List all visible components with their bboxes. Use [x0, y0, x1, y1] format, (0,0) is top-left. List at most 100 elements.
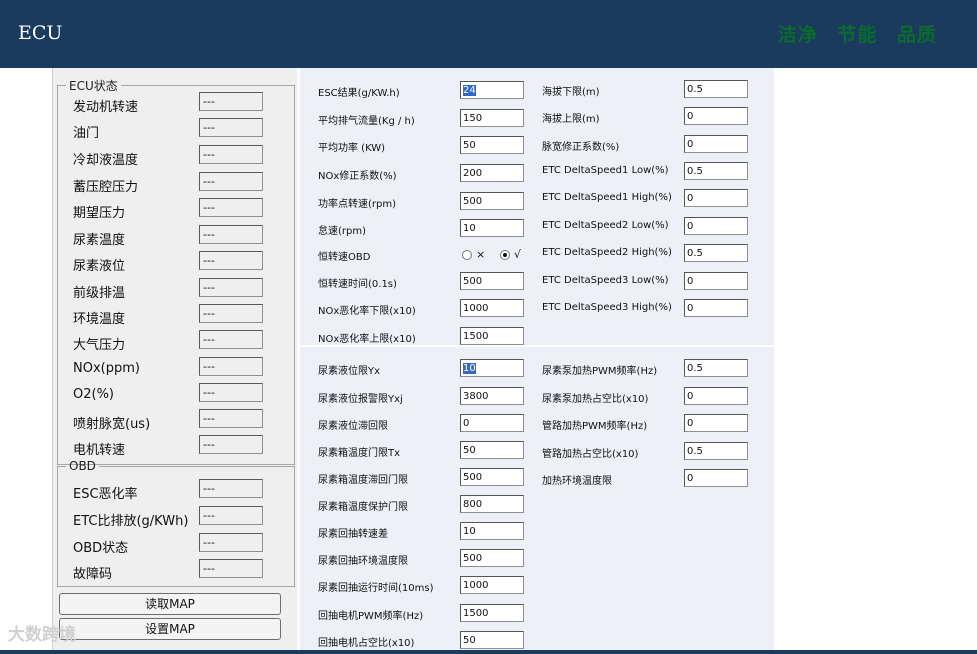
- urea-param-value: 500: [463, 553, 483, 564]
- slogan-clean: 洁净: [777, 24, 818, 46]
- urea-param-input[interactable]: 1000: [460, 576, 524, 594]
- engine-param-right-row: 海拔下限(m) 0.5: [300, 80, 774, 102]
- heating-param-value: 0: [687, 473, 694, 484]
- engine-param-right-row: 海拔上限(m) 0: [300, 107, 774, 129]
- urea-param-label: 尿素回抽环境温度限: [318, 556, 408, 567]
- slogan: 洁净 节能 品质: [766, 20, 937, 47]
- obd-value: ---: [199, 479, 263, 498]
- ecu-status-value: ---: [199, 118, 263, 137]
- urea-param-input[interactable]: 800: [460, 495, 524, 513]
- urea-param-label: 尿素箱温度保护门限: [318, 502, 408, 513]
- obd-value: ---: [199, 559, 263, 578]
- slogan-quality: 品质: [896, 24, 937, 46]
- ecu-status-value: ---: [199, 198, 263, 217]
- ecu-status-row: 冷却液温度 ---: [73, 145, 293, 169]
- urea-param-value: 50: [463, 635, 476, 646]
- engine-param-right-value: 0: [687, 111, 694, 122]
- urea-param-row: 尿素回抽运行时间(10ms) 1000: [300, 576, 774, 598]
- ecu-status-row: 发动机转速 ---: [73, 92, 293, 116]
- ecu-status-row: 喷射脉宽(us) ---: [73, 409, 293, 433]
- engine-param-right-input[interactable]: 0.5: [684, 244, 748, 262]
- obd-label: ESC恶化率: [73, 487, 138, 502]
- heating-param-label: 加热环境温度限: [542, 476, 612, 487]
- obd-label: ETC比排放(g/KWh): [73, 514, 189, 529]
- engine-param-right-input[interactable]: 0: [684, 272, 748, 290]
- engine-param-right-input[interactable]: 0.5: [684, 162, 748, 180]
- urea-param-label: 回抽电机PWM频率(Hz): [318, 611, 424, 622]
- ecu-status-value: ---: [199, 304, 263, 323]
- engine-param-right-value: 0: [687, 193, 694, 204]
- engine-param-input[interactable]: 1500: [460, 327, 524, 345]
- urea-param-row: 尿素回抽环境温度限 500: [300, 549, 774, 571]
- ecu-status-row: 电机转速 ---: [73, 435, 293, 459]
- urea-param-value: 10: [463, 526, 476, 537]
- ecu-status-value: ---: [199, 225, 263, 244]
- engine-param-right-label: ETC DeltaSpeed3 Low(%): [542, 275, 669, 286]
- obd-label: OBD状态: [73, 541, 129, 556]
- obd-row: OBD状态 ---: [73, 533, 293, 557]
- obd-value: ---: [199, 506, 263, 525]
- ecu-status-value: ---: [199, 330, 263, 349]
- engine-param-right-row: ETC DeltaSpeed1 High(%) 0: [300, 189, 774, 211]
- heating-param-input[interactable]: 0.5: [684, 442, 748, 460]
- ecu-status-row: 大气压力 ---: [73, 330, 293, 354]
- engine-param-right-label: ETC DeltaSpeed2 Low(%): [542, 220, 669, 231]
- engine-param-right-row: ETC DeltaSpeed3 Low(%) 0: [300, 272, 774, 294]
- ecu-status-value: ---: [199, 145, 263, 164]
- engine-param-right-row: ETC DeltaSpeed2 Low(%) 0: [300, 217, 774, 239]
- ecu-status-value: ---: [199, 357, 263, 376]
- obd-row: ETC比排放(g/KWh) ---: [73, 506, 293, 530]
- heating-param-label: 尿素泵加热PWM频率(Hz): [542, 366, 658, 377]
- urea-param-input[interactable]: 500: [460, 549, 524, 567]
- urea-param-input[interactable]: 1500: [460, 604, 524, 622]
- heating-param-value: 0.5: [687, 363, 703, 374]
- engine-param-right-value: 0.5: [687, 166, 703, 177]
- ecu-status-label: 前级排温: [73, 286, 126, 301]
- heating-param-value: 0: [687, 391, 694, 402]
- watermark: 大数跨境: [8, 625, 76, 645]
- obd-label: 故障码: [73, 567, 113, 582]
- ecu-status-row: NOx(ppm) ---: [73, 357, 293, 381]
- engine-param-right-input[interactable]: 0.5: [684, 80, 748, 98]
- heating-param-row: 管路加热PWM频率(Hz) 0: [300, 414, 774, 436]
- engine-param-right-value: 0: [687, 221, 694, 232]
- urea-params-panel: 尿素液位限Yx 10 尿素液位报警限Yxj 3800 尿素液位滞回限 0 尿素箱温度门限Tx…: [300, 347, 774, 654]
- ecu-status-label: 期望压力: [73, 206, 126, 221]
- ecu-status-label: 环境温度: [73, 312, 126, 327]
- urea-param-label: 尿素回抽运行时间(10ms): [318, 583, 434, 594]
- set-map-button[interactable]: 设置MAP: [59, 618, 281, 640]
- heating-param-input[interactable]: 0: [684, 414, 748, 432]
- ecu-status-row: 环境温度 ---: [73, 304, 293, 328]
- ecu-status-label: NOx(ppm): [73, 361, 140, 376]
- engine-param-right-input[interactable]: 0: [684, 107, 748, 125]
- ecu-status-label: 大气压力: [73, 338, 126, 353]
- engine-param-right-input[interactable]: 0: [684, 217, 748, 235]
- read-map-button[interactable]: 读取MAP: [59, 593, 281, 615]
- engine-param-right-input[interactable]: 0: [684, 189, 748, 207]
- heating-param-input[interactable]: 0: [684, 387, 748, 405]
- heating-param-input[interactable]: 0: [684, 469, 748, 487]
- ecu-status-label: 喷射脉宽(us): [73, 417, 151, 432]
- engine-param-right-input[interactable]: 0: [684, 135, 748, 153]
- engine-param-right-label: 脉宽修正系数(%): [542, 142, 620, 153]
- engine-param-right-value: 0.5: [687, 84, 703, 95]
- ecu-status-label: 蓄压腔压力: [73, 180, 139, 195]
- engine-params-panel: ESC结果(g/KW.h) 24 平均排气流量(Kg / h) 150 平均功率 (KW…: [300, 68, 774, 345]
- heating-param-row: 管路加热占空比(x10) 0.5: [300, 442, 774, 464]
- engine-param-right-input[interactable]: 0: [684, 299, 748, 317]
- heating-param-label: 尿素泵加热占空比(x10): [542, 394, 649, 405]
- obd-row: ESC恶化率 ---: [73, 479, 293, 503]
- engine-param-right-label: ETC DeltaSpeed1 Low(%): [542, 165, 669, 176]
- ecu-status-value: ---: [199, 172, 263, 191]
- bottom-bar: [0, 650, 977, 654]
- urea-param-input[interactable]: 50: [460, 631, 524, 649]
- ecu-status-value: ---: [199, 278, 263, 297]
- engine-param-right-row: 脉宽修正系数(%) 0: [300, 135, 774, 157]
- engine-param-right-row: ETC DeltaSpeed2 High(%) 0.5: [300, 244, 774, 266]
- ecu-status-row: 尿素温度 ---: [73, 225, 293, 249]
- heating-param-input[interactable]: 0.5: [684, 359, 748, 377]
- ecu-status-value: ---: [199, 435, 263, 454]
- urea-param-input[interactable]: 10: [460, 522, 524, 540]
- heating-param-label: 管路加热PWM频率(Hz): [542, 421, 648, 432]
- ecu-status-label: 发动机转速: [73, 100, 139, 115]
